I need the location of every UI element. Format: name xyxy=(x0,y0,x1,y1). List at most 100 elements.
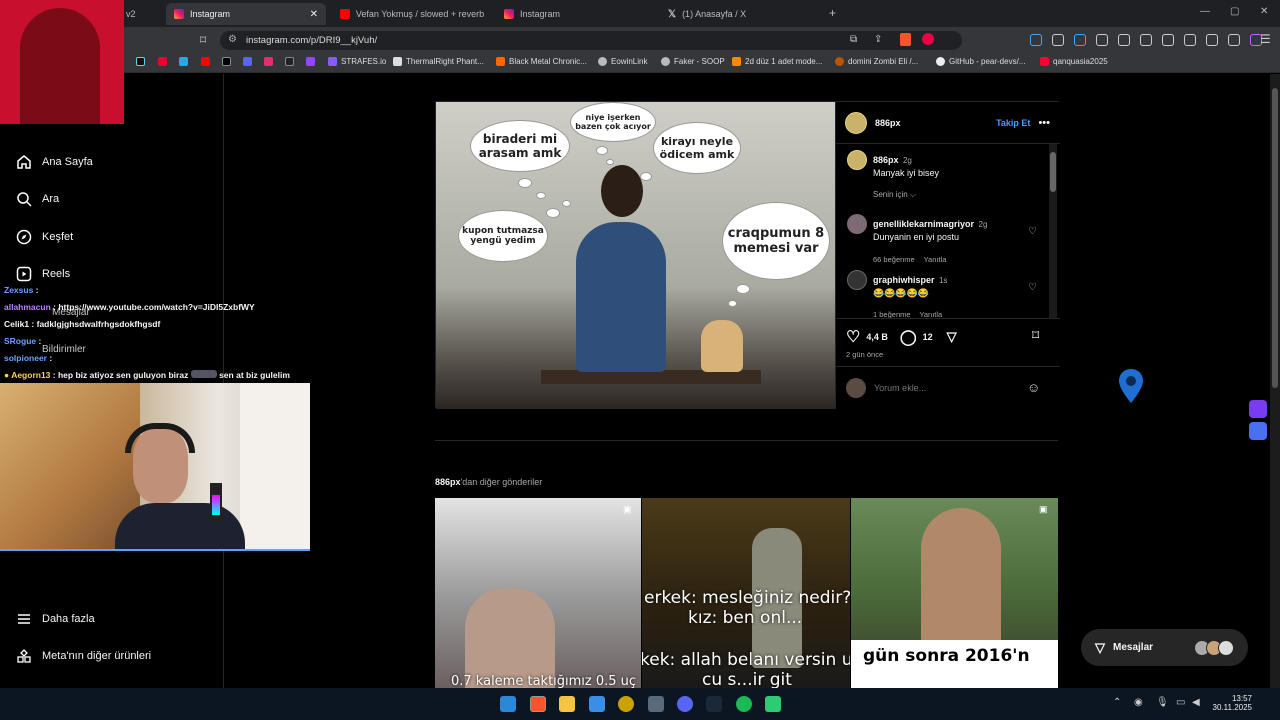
twitch-bookmark-icon[interactable] xyxy=(306,57,315,66)
spotify-icon[interactable] xyxy=(736,696,752,712)
grid-post[interactable]: gün sonra 2016'n ▣ xyxy=(851,498,1058,688)
leo-icon[interactable] xyxy=(1206,34,1218,46)
discord-bookmark-icon[interactable] xyxy=(243,57,252,66)
sidebar-item-explore[interactable]: Keşfet xyxy=(16,229,73,245)
caption-username[interactable]: 886px xyxy=(873,155,899,165)
tab-x[interactable]: 𝕏 (1) Anasayfa / X xyxy=(660,3,820,25)
sidebar-item-meta-products[interactable]: Meta'nın diğer ürünleri xyxy=(16,648,151,664)
microphone-icon[interactable]: 🎙 xyxy=(1156,697,1169,708)
volume-icon[interactable]: ◀ xyxy=(1192,697,1200,708)
close-window-button[interactable]: ✕ xyxy=(1260,6,1268,17)
site-settings-icon[interactable]: ⚙ xyxy=(228,34,237,45)
share-icon[interactable]: ▽ xyxy=(947,329,957,345)
extension-icon[interactable] xyxy=(1074,34,1086,46)
maximize-button[interactable]: ▢ xyxy=(1230,6,1239,17)
scrollbar-thumb[interactable] xyxy=(1050,152,1056,192)
sidebar-item-more[interactable]: Daha fazla xyxy=(16,611,95,627)
new-tab-button[interactable]: + xyxy=(829,6,836,20)
file-explorer-icon[interactable] xyxy=(559,696,575,712)
commenter-avatar[interactable] xyxy=(847,214,867,234)
grid-post[interactable]: erkek: mesleğiniz nedir? kız: ben onl...… xyxy=(642,498,850,688)
app-icon[interactable] xyxy=(618,696,634,712)
media-icon[interactable] xyxy=(1140,34,1152,46)
messages-button[interactable]: ▽ Mesajlar xyxy=(1081,629,1248,666)
open-in-app-icon[interactable]: ⧉ xyxy=(850,34,857,45)
network-icon[interactable]: ▭ xyxy=(1176,697,1185,708)
clock[interactable]: 13:57 30.11.2025 xyxy=(1212,694,1252,712)
bookmark-icon[interactable] xyxy=(158,57,167,66)
comment-input[interactable] xyxy=(874,381,1014,395)
brave-taskbar-icon[interactable] xyxy=(530,696,546,712)
brave-shield-icon[interactable] xyxy=(900,33,911,46)
steam-icon[interactable] xyxy=(706,696,722,712)
comment-username[interactable]: graphiwhisper xyxy=(873,275,935,285)
commenter-avatar[interactable] xyxy=(847,270,867,290)
extension-icon[interactable] xyxy=(1030,34,1042,46)
author-avatar[interactable] xyxy=(845,112,867,134)
sidebar-item-home[interactable]: Ana Sayfa xyxy=(16,154,93,170)
app-icon[interactable] xyxy=(648,696,664,712)
bookmark-eowinlink[interactable]: EowinLink xyxy=(598,57,647,66)
comment-icon[interactable]: ◯ xyxy=(900,328,917,346)
sidebar-icon[interactable] xyxy=(1162,34,1174,46)
bookmark-strafes[interactable]: STRAFES.io xyxy=(328,57,386,66)
vpn-icon[interactable] xyxy=(1228,34,1240,46)
share-icon[interactable]: ⇪ xyxy=(874,34,882,45)
like-comment-icon[interactable]: ♡ xyxy=(1028,282,1038,293)
author-avatar[interactable] xyxy=(847,150,867,170)
tray-icon[interactable]: ◉ xyxy=(1134,697,1143,708)
app-icon[interactable] xyxy=(589,696,605,712)
save-icon[interactable]: ⌑ xyxy=(1032,327,1039,344)
youtube-bookmark-icon[interactable] xyxy=(201,57,210,66)
tab-youtube[interactable]: Vefan Yokmuş / slowed + reverb (Mo xyxy=(332,3,492,25)
page-scrollbar[interactable] xyxy=(1270,74,1280,688)
kr-bookmark-icon[interactable] xyxy=(285,57,294,66)
minimize-button[interactable]: — xyxy=(1200,6,1210,17)
comment-username[interactable]: genelliklekarnimagriyor xyxy=(873,219,974,229)
sidebar-item-reels[interactable]: Reels xyxy=(16,266,70,282)
menu-icon[interactable]: ☰ xyxy=(1260,32,1271,46)
language-extension-icon[interactable] xyxy=(1249,422,1267,440)
wallet-icon[interactable] xyxy=(1184,34,1196,46)
puzzle-icon[interactable] xyxy=(1096,34,1108,46)
scrollbar-thumb[interactable] xyxy=(1272,88,1278,388)
bookmark-faker[interactable]: Faker - SOOP xyxy=(661,57,725,66)
bookmark-icon[interactable]: ⌑ xyxy=(200,33,206,47)
bookmark-thermalright[interactable]: ThermalRight Phant... xyxy=(393,57,484,66)
url-field[interactable]: ⚙ instagram.com/p/DRI9__kjVuh/ ⧉ ⇪ xyxy=(220,31,962,50)
close-tab-icon[interactable]: ✕ xyxy=(310,9,318,20)
extension-icon[interactable] xyxy=(1052,34,1064,46)
like-icon[interactable]: ♡ xyxy=(846,327,860,347)
bookmark-qanquasia[interactable]: qanquasia2025 xyxy=(1040,57,1108,66)
extension-icon[interactable] xyxy=(1118,34,1130,46)
translate-extension-icon[interactable] xyxy=(1249,400,1267,418)
more-options-icon[interactable]: ••• xyxy=(1038,117,1050,129)
tab-instagram[interactable]: Instagram xyxy=(496,3,656,25)
bookmark-github[interactable]: GitHub - pear-devs/... xyxy=(936,57,1025,66)
emoji-icon[interactable]: ☺ xyxy=(1027,380,1040,395)
reply-link[interactable]: Yanıtla xyxy=(924,255,947,264)
more-posts-username[interactable]: 886px xyxy=(435,477,461,487)
like-comment-icon[interactable]: ♡ xyxy=(1028,226,1038,237)
instagram-bookmark-icon[interactable] xyxy=(264,57,273,66)
discord-icon[interactable] xyxy=(677,696,693,712)
x-bookmark-icon[interactable] xyxy=(222,57,231,66)
bookmark-black-metal[interactable]: Black Metal Chronic... xyxy=(496,57,587,66)
follow-button[interactable]: Takip Et xyxy=(996,118,1030,128)
tiktok-bookmark-icon[interactable] xyxy=(136,57,145,66)
windows-start-icon[interactable] xyxy=(500,696,516,712)
grid-post[interactable]: 0.7 kaleme taktığımız 0.5 uç ▣ xyxy=(435,498,641,688)
bookmark-domini[interactable]: domini Zombi Eli /... xyxy=(835,57,918,66)
bookmark-icon[interactable] xyxy=(179,57,188,66)
comments-scrollbar[interactable] xyxy=(1049,144,1057,318)
comment-likes[interactable]: 66 beğenme xyxy=(873,255,915,264)
chevron-up-icon[interactable]: ⌃ xyxy=(1113,697,1121,708)
tab-instagram-active[interactable]: Instagram ✕ xyxy=(166,3,326,25)
translate-link[interactable]: Senin için ⌵ xyxy=(873,190,916,200)
brave-rewards-icon[interactable] xyxy=(922,33,934,45)
tab-v2[interactable]: v2 xyxy=(118,3,164,25)
bookmark-2d[interactable]: 2d düz 1 adet mode... xyxy=(732,57,822,66)
app-icon[interactable] xyxy=(765,696,781,712)
sidebar-item-search[interactable]: Ara xyxy=(16,191,59,207)
author-username[interactable]: 886px xyxy=(875,118,901,128)
